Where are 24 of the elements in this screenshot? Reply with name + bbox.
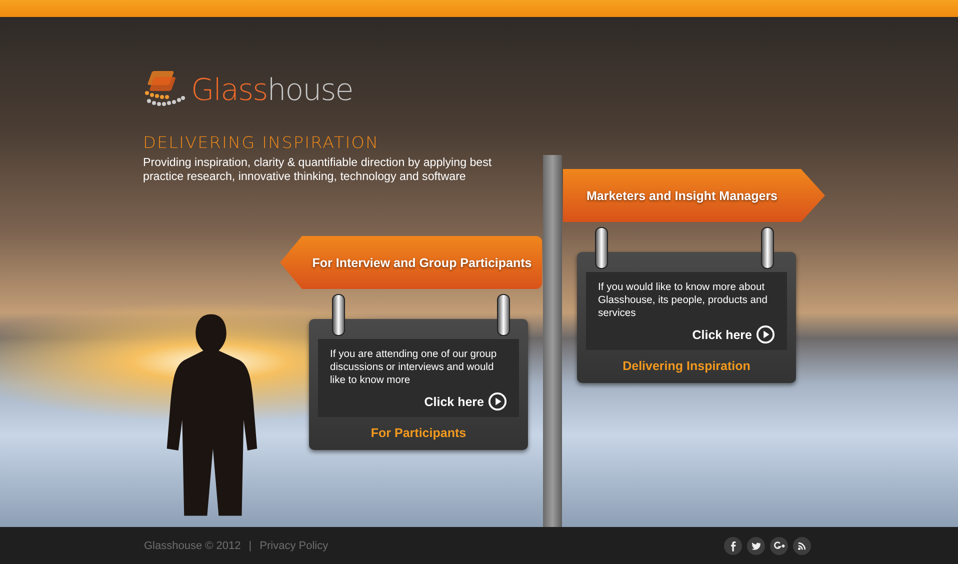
- copyright-text: Glasshouse © 2012: [144, 540, 241, 552]
- board-text: If you are attending one of our group discussions or interviews and would like to know more: [330, 348, 498, 387]
- google-plus-icon[interactable]: [770, 536, 788, 554]
- board-caption: Delivering Inspiration: [622, 359, 752, 373]
- click-here-link[interactable]: Click here: [424, 392, 507, 411]
- ring-icon: [332, 294, 345, 336]
- arrow-sign[interactable]: Marketers and Insight Managers: [563, 169, 825, 222]
- rss-icon[interactable]: [793, 536, 811, 554]
- privacy-policy-link[interactable]: Privacy Policy: [260, 540, 328, 552]
- ring-icon: [761, 227, 774, 269]
- play-icon: [488, 392, 507, 411]
- logo-wordmark: Glasshouse: [191, 72, 353, 108]
- facebook-icon[interactable]: [724, 536, 742, 554]
- tagline: DELIVERING INSPIRATION: [143, 133, 380, 152]
- ring-icon: [595, 227, 608, 269]
- bird-icon[interactable]: [747, 536, 765, 554]
- ring-icon: [497, 294, 510, 336]
- click-here-link[interactable]: Click here: [692, 325, 775, 344]
- play-icon: [756, 325, 775, 344]
- board-text: If you would like to know more about Glasshouse, its people, products and services: [598, 281, 768, 320]
- arrow-sign[interactable]: For Interview and Group Participants: [280, 236, 542, 289]
- intro-text: Providing inspiration, clarity & quantifiable direction by applying best practice research, innovative thinking, technology and software: [143, 156, 493, 184]
- board-caption: For Participants: [370, 426, 468, 440]
- separator: |: [248, 540, 252, 552]
